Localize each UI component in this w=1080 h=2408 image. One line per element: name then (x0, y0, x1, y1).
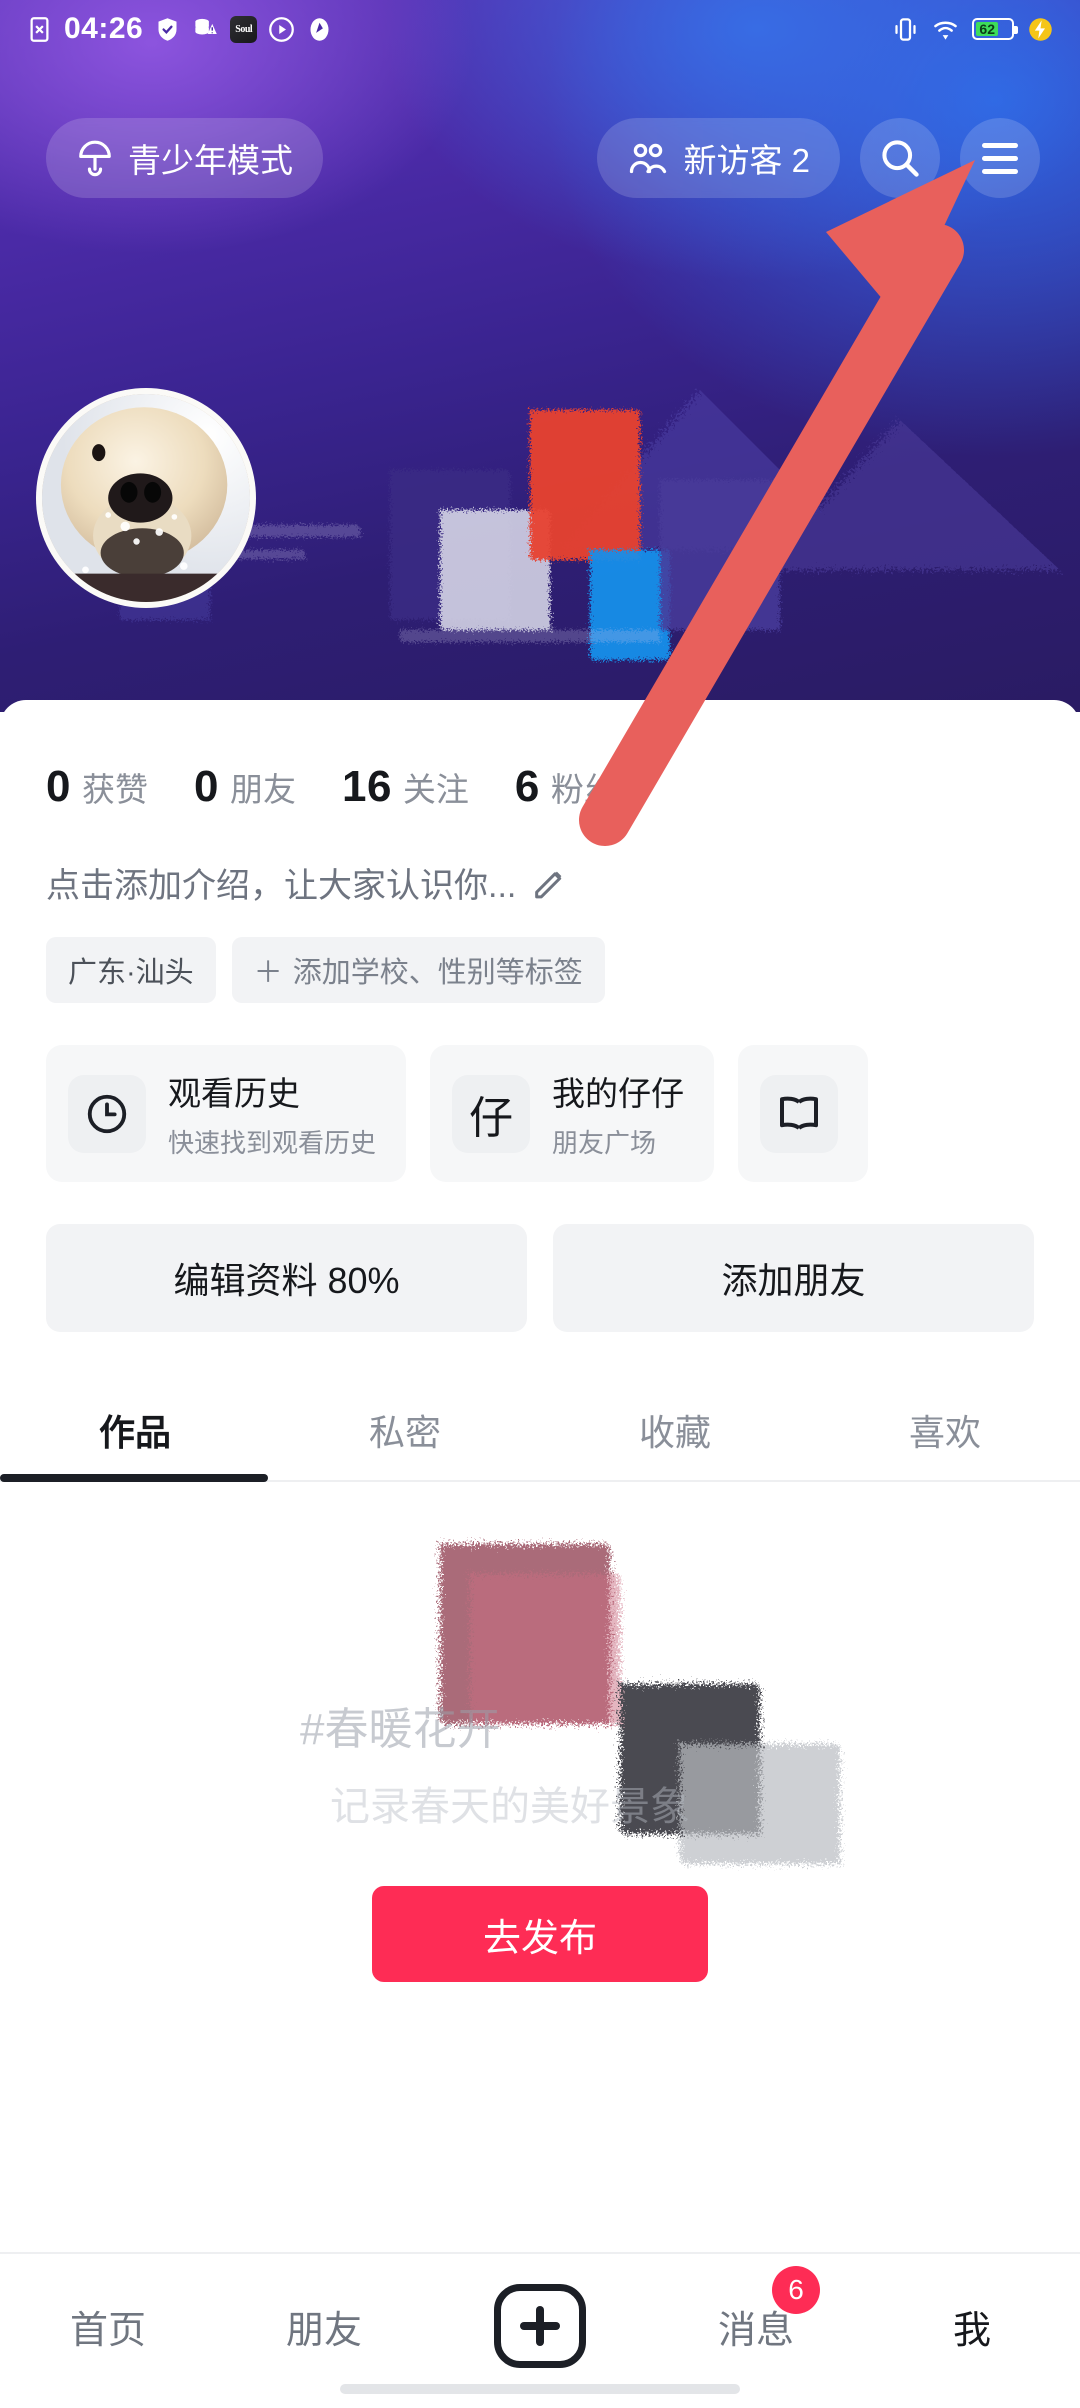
vibrate-icon (895, 17, 916, 41)
stat-value: 6 (514, 762, 540, 811)
umbrella-icon (79, 140, 111, 177)
teen-mode-button[interactable]: 青少年模式 (46, 118, 323, 198)
tab-private[interactable]: 私密 (270, 1386, 540, 1480)
card-third-partial[interactable] (738, 1045, 869, 1182)
battery-level: 62 (976, 21, 999, 37)
publish-button[interactable]: 去发布 (372, 1886, 708, 1982)
content-tabs: 作品 私密 收藏 喜欢 (0, 1386, 1080, 1482)
add-friend-button[interactable]: 添加朋友 (553, 1224, 1034, 1332)
nav-me[interactable]: 我 (864, 2284, 1080, 2368)
tab-likes[interactable]: 喜欢 (810, 1386, 1080, 1480)
soul-app-icon: Soul (230, 15, 258, 43)
nav-home[interactable]: 首页 (0, 2284, 216, 2368)
profile-tags: 广东·汕头 ＋ 添加学校、性别等标签 (0, 907, 1080, 1003)
avatar[interactable] (36, 388, 256, 608)
play-circle-icon (269, 16, 295, 42)
book-icon (780, 1096, 819, 1130)
nav-label: 我 (952, 2309, 991, 2352)
feed-banner-subtitle-text: 记录春天的美好景象 (330, 1785, 690, 1829)
nav-label: 首页 (69, 2309, 146, 2352)
visitors-icon (630, 143, 667, 174)
card-my-zaizai[interactable]: 仔 我的仔仔 朋友广场 (430, 1045, 715, 1182)
new-visitor-button[interactable]: 新访客 2 (597, 118, 840, 198)
tag-location[interactable]: 广东·汕头 (46, 937, 216, 1003)
shield-icon (158, 17, 177, 41)
search-button[interactable] (860, 118, 940, 198)
nav-messages[interactable]: 消息 6 (648, 2266, 864, 2368)
bio-row[interactable]: 点击添加介绍，让大家认识你... (0, 812, 1080, 907)
status-bar-left: 04:26 Soul (26, 12, 333, 46)
tab-works[interactable]: 作品 (0, 1386, 270, 1480)
dog-avatar-image (42, 394, 250, 602)
card-subtitle: 朋友广场 (552, 1128, 657, 1158)
stat-value: 16 (341, 762, 392, 811)
plus-box-icon (494, 2284, 586, 2368)
status-bar-clock: 04:26 (64, 12, 144, 45)
tag-label: 广东·汕头 (68, 957, 194, 989)
vpn-icon (195, 18, 217, 34)
profile-header-bar: 青少年模式 新访客 2 (0, 110, 1080, 206)
nav-label: 朋友 (285, 2309, 362, 2352)
profile-sheet: 0 获赞 0 朋友 16 关注 6 粉丝 点击添加介绍，让大家认识你... 广东… (0, 700, 1080, 2408)
stat-value: 0 (193, 762, 219, 811)
card-icon-wrap: 仔 (452, 1074, 531, 1153)
card-title: 观看历史 (168, 1075, 300, 1112)
bottom-navigation: 首页 朋友 消息 6 我 (0, 2252, 1080, 2408)
wifi-icon (934, 21, 957, 40)
nav-create[interactable] (432, 2284, 648, 2368)
sim-off-icon (30, 16, 49, 42)
stat-value: 0 (46, 762, 71, 811)
battery-icon: 62 (972, 18, 1018, 40)
plus-icon: ＋ (253, 957, 283, 989)
edit-profile-button[interactable]: 编辑资料 80% (46, 1224, 527, 1332)
stat-following[interactable]: 16 关注 (342, 762, 469, 812)
stat-likes[interactable]: 0 获赞 (46, 762, 148, 812)
bio-placeholder: 点击添加介绍，让大家认识你... (46, 867, 517, 905)
card-title: 我的仔仔 (552, 1075, 685, 1112)
card-icon-wrap (760, 1074, 839, 1153)
menu-button[interactable] (960, 118, 1040, 198)
status-bar-right: 62 (892, 16, 1054, 43)
card-subtitle: 快速找到观看历史 (168, 1128, 377, 1158)
profile-actions: 编辑资料 80% 添加朋友 (0, 1182, 1080, 1332)
message-badge: 6 (772, 2266, 820, 2314)
tab-favorites[interactable]: 收藏 (540, 1386, 810, 1480)
feed-promo-artwork: #春暖花开 记录春天的美好景象 (300, 1544, 840, 1864)
card-text: 观看历史 快速找到观看历史 (168, 1067, 376, 1160)
nav-friends[interactable]: 朋友 (216, 2284, 432, 2368)
status-bar: 04:26 Soul 62 (0, 0, 1080, 58)
home-indicator (340, 2384, 740, 2394)
card-icon-wrap (68, 1074, 146, 1153)
empty-feed: #春暖花开 记录春天的美好景象 去发布 (0, 1482, 1080, 2022)
quick-cards: 观看历史 快速找到观看历史 仔 我的仔仔 朋友广场 (0, 1003, 1080, 1182)
card-watch-history[interactable]: 观看历史 快速找到观看历史 (46, 1045, 407, 1182)
tag-add[interactable]: ＋ 添加学校、性别等标签 (231, 937, 605, 1003)
search-icon (882, 140, 919, 177)
active-tab-indicator (0, 1474, 268, 1482)
teen-mode-label: 青少年模式 (128, 142, 293, 179)
card-text: 我的仔仔 朋友广场 (552, 1067, 684, 1160)
new-visitor-label: 新访客 2 (683, 142, 810, 179)
stat-friends[interactable]: 0 朋友 (194, 762, 296, 812)
feed-banner-title-text: #春暖花开 (300, 1705, 500, 1754)
tag-label: 添加学校、性别等标签 (292, 957, 583, 989)
compass-icon (310, 17, 329, 41)
clock-icon (87, 1094, 127, 1133)
stat-label: 获赞 (81, 771, 148, 808)
stat-label: 关注 (402, 771, 469, 808)
stat-followers[interactable]: 6 粉丝 (515, 762, 617, 812)
hamburger-menu-icon (982, 142, 1018, 174)
pencil-icon (535, 871, 562, 898)
zai-character-icon: 仔 (469, 1093, 514, 1143)
stat-label: 粉丝 (550, 771, 617, 808)
stat-label: 朋友 (229, 771, 296, 808)
charging-bolt-icon (1029, 17, 1052, 41)
profile-stats: 0 获赞 0 朋友 16 关注 6 粉丝 (0, 700, 1080, 812)
